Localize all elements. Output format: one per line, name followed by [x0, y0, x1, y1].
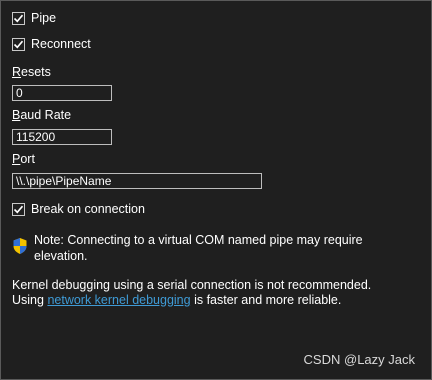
pipe-checkbox[interactable] [12, 11, 25, 25]
resets-label-accelerator: R [12, 65, 22, 79]
elevation-note-text: Note: Connecting to a virtual COM named … [34, 233, 363, 263]
pipe-checkbox-row[interactable]: Pipe [12, 10, 56, 26]
elevation-note: Note: Connecting to a virtual COM named … [12, 232, 394, 264]
serial-warning-paragraph: Kernel debugging using a serial connecti… [12, 278, 422, 308]
checkmark-icon [13, 14, 24, 22]
checkmark-icon [13, 205, 24, 213]
serial-debug-settings-panel: Pipe Reconnect Resets 0 Baud Rate 115200… [0, 0, 432, 380]
baud-rate-label: Baud Rate [12, 108, 71, 122]
checkmark-icon [13, 40, 24, 48]
break-on-connection-checkbox-row[interactable]: Break on connection [12, 201, 145, 217]
baud-rate-input[interactable]: 115200 [12, 129, 112, 145]
resets-label: Resets [12, 65, 51, 79]
port-input[interactable]: \\.\pipe\PipeName [12, 173, 262, 189]
port-label: Port [12, 152, 35, 166]
recommendation-suffix: is faster and more reliable. [190, 293, 342, 307]
break-on-connection-label: Break on connection [31, 202, 145, 216]
break-on-connection-checkbox[interactable] [12, 202, 25, 216]
reconnect-label: Reconnect [31, 37, 91, 51]
reconnect-checkbox[interactable] [12, 37, 25, 51]
recommendation-line: Using network kernel debugging is faster… [12, 293, 422, 308]
resets-label-text: esets [21, 65, 51, 79]
uac-shield-icon [13, 238, 27, 254]
pipe-label: Pipe [31, 11, 57, 25]
baud-rate-label-text: aud Rate [20, 108, 72, 122]
resets-input[interactable]: 0 [12, 85, 112, 101]
watermark: CSDN @Lazy Jack [303, 352, 415, 367]
port-label-text: ort [20, 152, 35, 166]
reconnect-checkbox-row[interactable]: Reconnect [12, 36, 91, 52]
network-kernel-debugging-link[interactable]: network kernel debugging [47, 293, 190, 307]
recommendation-prefix: Using [12, 293, 48, 307]
serial-warning-line: Kernel debugging using a serial connecti… [12, 278, 372, 292]
